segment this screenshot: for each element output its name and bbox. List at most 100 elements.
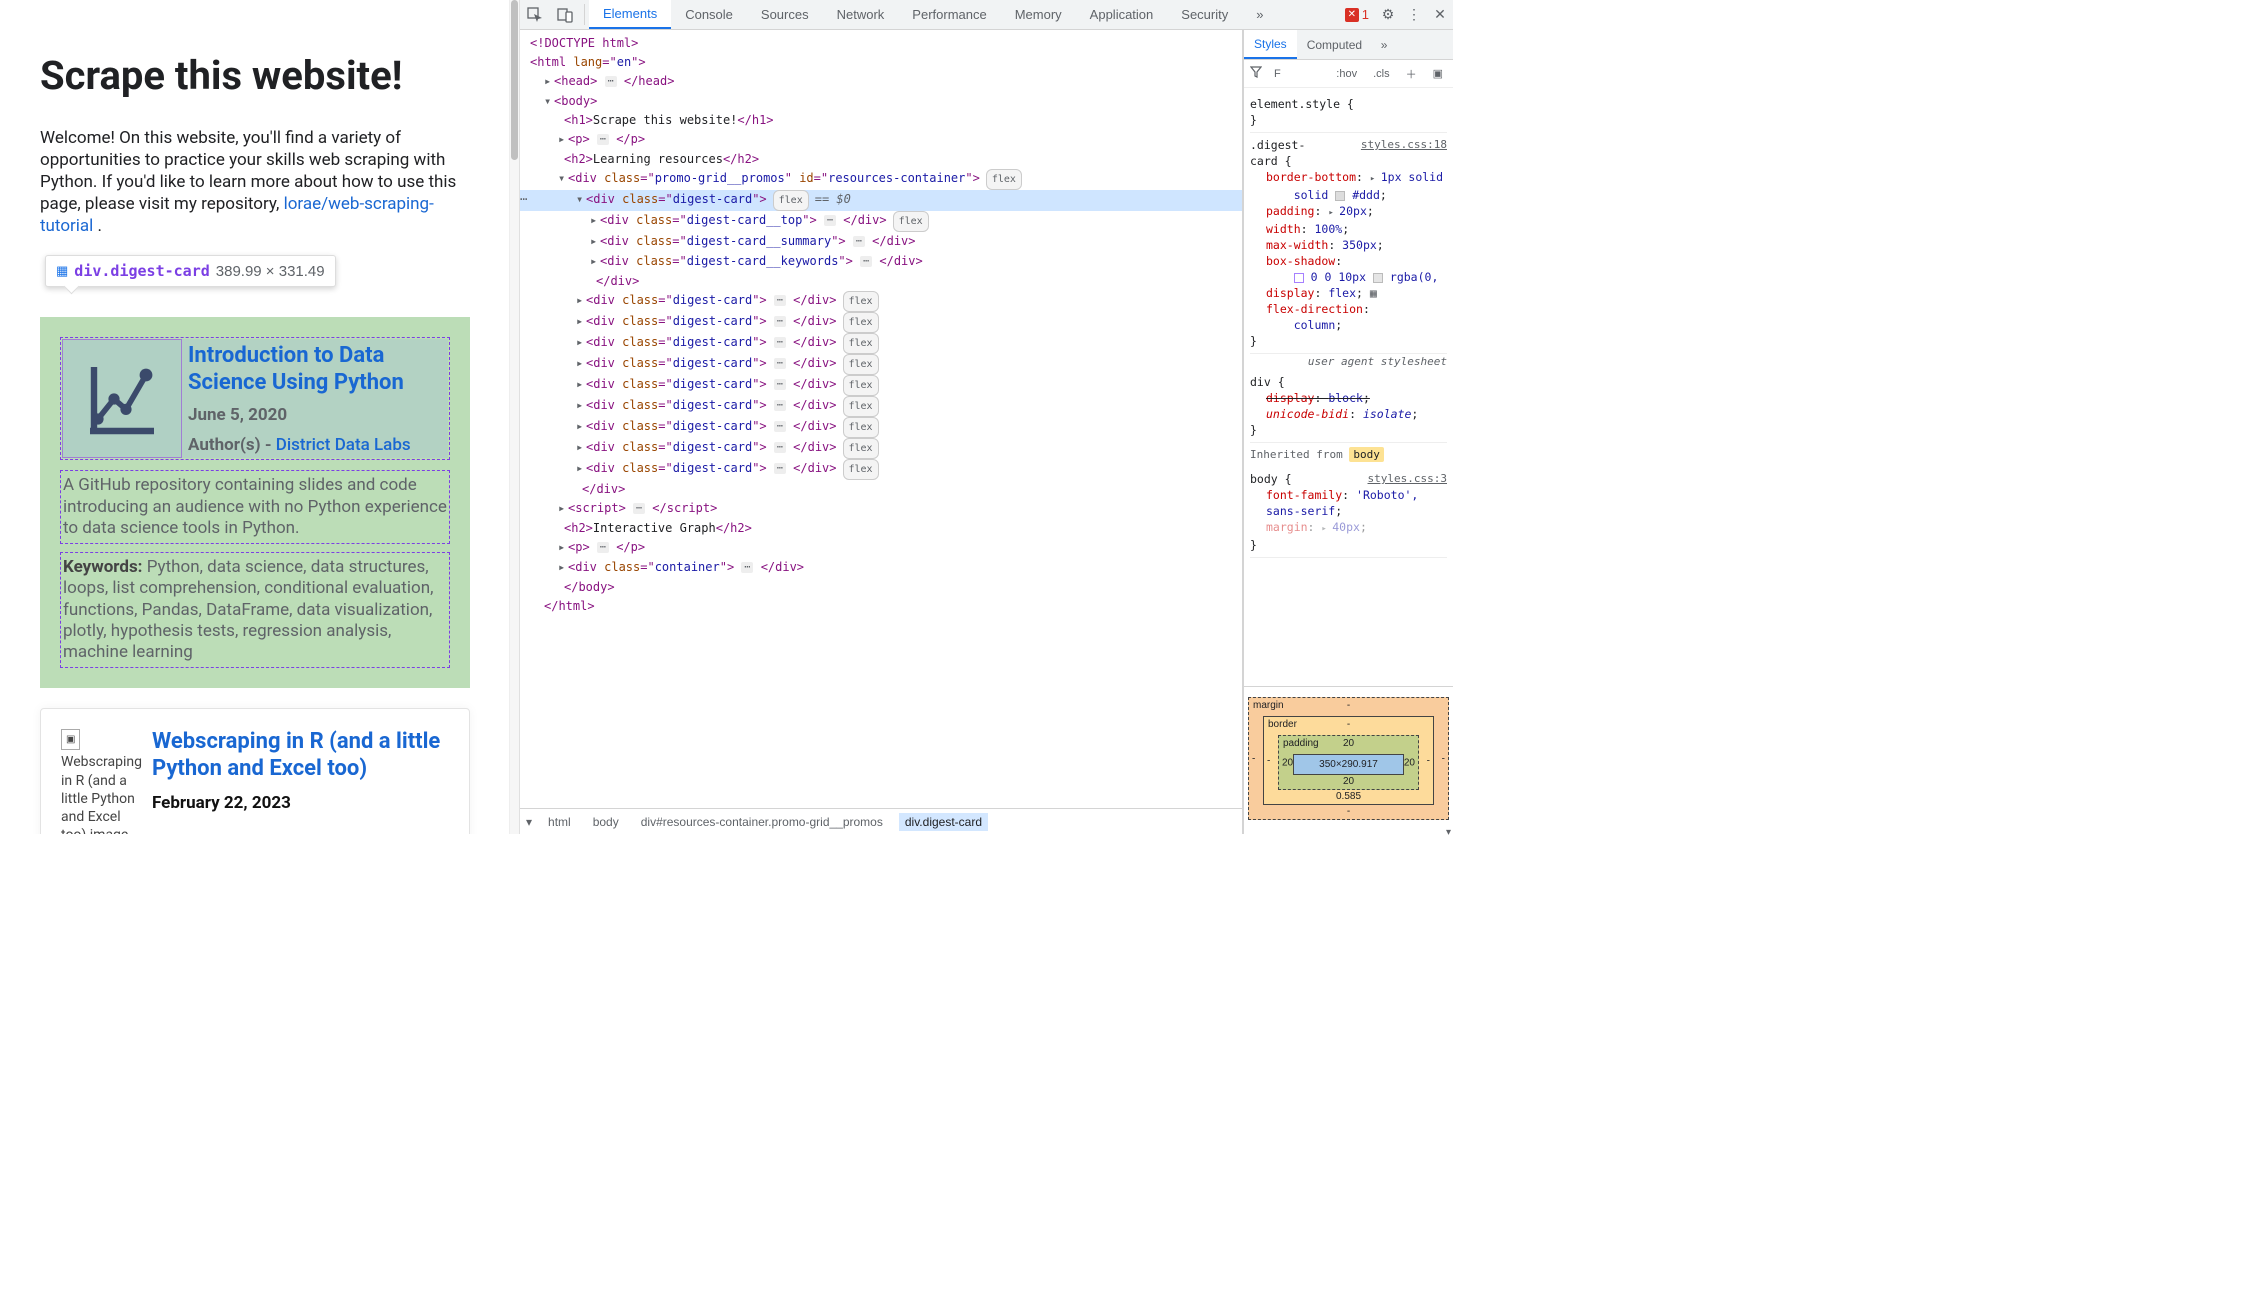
tab-console[interactable]: Console bbox=[671, 0, 747, 29]
prop-k[interactable]: flex-direction bbox=[1266, 302, 1363, 316]
bm-p-bot[interactable]: 20 bbox=[1343, 776, 1354, 787]
bm-m-top[interactable]: - bbox=[1347, 700, 1350, 711]
prop-v[interactable]: isolate bbox=[1363, 407, 1411, 421]
expand-arrow[interactable] bbox=[590, 211, 600, 230]
rule-source[interactable]: styles.css:18 bbox=[1361, 137, 1447, 153]
flex-badge[interactable]: flex bbox=[893, 211, 929, 232]
ellipsis-icon[interactable]: ⋯ bbox=[605, 76, 617, 87]
card1-title[interactable]: Introduction to Data Science Using Pytho… bbox=[188, 343, 442, 396]
device-toolbar-button[interactable] bbox=[550, 0, 580, 29]
prop-v[interactable]: rgba(0, bbox=[1390, 270, 1438, 284]
flex-badge[interactable]: flex bbox=[986, 169, 1022, 190]
crumb-current[interactable]: div.digest-card bbox=[899, 813, 988, 831]
ellipsis-icon[interactable]: ⋯ bbox=[774, 442, 786, 453]
prop-v[interactable]: 100% bbox=[1314, 222, 1342, 236]
ellipsis-icon[interactable]: ⋯ bbox=[853, 236, 865, 247]
expand-arrow[interactable] bbox=[558, 538, 568, 557]
card2-title[interactable]: Webscraping in R (and a little Python an… bbox=[152, 729, 449, 782]
crumb-scroll-left[interactable]: ▾ bbox=[526, 815, 532, 829]
prop-k[interactable]: display bbox=[1266, 286, 1314, 300]
t-head[interactable]: <head> bbox=[554, 74, 597, 88]
bm-p-right[interactable]: 20 bbox=[1404, 757, 1415, 768]
rule-element-style[interactable]: element.style { bbox=[1250, 96, 1447, 112]
cls-button[interactable]: .cls bbox=[1369, 66, 1394, 82]
hov-button[interactable]: :hov bbox=[1332, 66, 1361, 82]
crumb-body[interactable]: body bbox=[587, 813, 625, 831]
ellipsis-icon[interactable]: ⋯ bbox=[633, 503, 645, 514]
shadow-swatch[interactable] bbox=[1294, 273, 1304, 283]
tab-security[interactable]: Security bbox=[1167, 0, 1242, 29]
bm-m-bot[interactable]: - bbox=[1347, 806, 1350, 817]
flex-badge[interactable]: flex bbox=[843, 354, 879, 375]
expand-arrow[interactable] bbox=[558, 130, 568, 149]
styles-tabs-more[interactable]: » bbox=[1372, 30, 1396, 59]
prop-v[interactable]: 0 0 10px bbox=[1311, 270, 1366, 284]
t-script[interactable]: <script> bbox=[568, 501, 626, 515]
ellipsis-icon[interactable]: ⋯ bbox=[774, 463, 786, 474]
tab-sources[interactable]: Sources bbox=[747, 0, 823, 29]
crumb-container[interactable]: div#resources-container.promo-grid__prom… bbox=[635, 813, 889, 831]
t-h2l[interactable]: <h2> bbox=[564, 152, 593, 166]
expand-arrow[interactable] bbox=[590, 252, 600, 271]
ellipsis-icon[interactable]: ⋯ bbox=[597, 542, 609, 553]
ellipsis-icon[interactable]: ⋯ bbox=[860, 256, 872, 267]
expand-arrow[interactable] bbox=[558, 558, 568, 577]
ellipsis-icon[interactable]: ⋯ bbox=[774, 337, 786, 348]
flex-badge[interactable]: flex bbox=[843, 291, 879, 312]
prop-k[interactable]: font-family bbox=[1266, 488, 1342, 502]
prop-v[interactable]: column bbox=[1294, 318, 1336, 332]
t-p[interactable]: <p> bbox=[568, 132, 590, 146]
flex-badge[interactable]: flex bbox=[843, 438, 879, 459]
ellipsis-icon[interactable]: ⋯ bbox=[774, 358, 786, 369]
prop-v[interactable]: 350px bbox=[1342, 238, 1377, 252]
close-devtools-button[interactable]: ✕ bbox=[1427, 0, 1453, 29]
dom-tree[interactable]: <!DOCTYPE html> <html lang="en"> <head> … bbox=[520, 30, 1242, 808]
page-scrollbar[interactable] bbox=[509, 0, 519, 834]
flex-badge[interactable]: flex bbox=[843, 312, 879, 333]
bm-b-bot[interactable]: 0.585 bbox=[1336, 791, 1361, 802]
ellipsis-icon[interactable]: ⋯ bbox=[774, 400, 786, 411]
ellipsis-icon[interactable]: ⋯ bbox=[774, 421, 786, 432]
tab-memory[interactable]: Memory bbox=[1001, 0, 1076, 29]
css-rules[interactable]: element.style { } styles.css:18 .digest-… bbox=[1244, 88, 1453, 686]
t-body[interactable]: <body> bbox=[554, 94, 597, 108]
author-link[interactable]: District Data Labs bbox=[276, 435, 411, 455]
t-h1[interactable]: <h1> bbox=[564, 113, 593, 127]
expand-arrow[interactable] bbox=[576, 375, 586, 394]
color-swatch[interactable] bbox=[1373, 273, 1383, 283]
expand-arrow[interactable] bbox=[576, 291, 586, 310]
t-h2i[interactable]: <h2> bbox=[564, 521, 593, 535]
kebab-menu[interactable]: ⋮ bbox=[1401, 0, 1427, 29]
filter-input[interactable]: F bbox=[1270, 66, 1285, 82]
scrollbar-thumb[interactable] bbox=[511, 0, 518, 160]
prop-v[interactable]: 1px solid bbox=[1381, 170, 1443, 184]
ellipsis-icon[interactable]: ⋯ bbox=[824, 215, 836, 226]
expand-arrow[interactable] bbox=[576, 459, 586, 478]
tab-more[interactable]: » bbox=[1242, 0, 1277, 29]
scroll-down-icon[interactable]: ▾ bbox=[1446, 827, 1451, 838]
expand-arrow[interactable] bbox=[558, 499, 568, 518]
prop-k[interactable]: width bbox=[1266, 222, 1301, 236]
prop-k[interactable]: display bbox=[1266, 391, 1314, 405]
filter-icon[interactable] bbox=[1250, 66, 1262, 81]
collapse-arrow[interactable] bbox=[576, 190, 586, 209]
flex-badge[interactable]: flex bbox=[843, 396, 879, 417]
bm-b-top[interactable]: - bbox=[1347, 719, 1350, 730]
tab-elements[interactable]: Elements bbox=[589, 0, 671, 29]
collapse-arrow[interactable] bbox=[558, 169, 568, 188]
rule-source[interactable]: styles.css:3 bbox=[1368, 471, 1447, 487]
inspect-element-button[interactable] bbox=[520, 0, 550, 29]
tab-application[interactable]: Application bbox=[1076, 0, 1168, 29]
expand-arrow[interactable] bbox=[576, 417, 586, 436]
tab-performance[interactable]: Performance bbox=[898, 0, 1000, 29]
expand-arrow[interactable] bbox=[590, 232, 600, 251]
expand-arrow[interactable] bbox=[576, 333, 586, 352]
tab-styles[interactable]: Styles bbox=[1244, 30, 1297, 59]
ellipsis-icon[interactable]: ⋯ bbox=[774, 316, 786, 327]
prop-k[interactable]: unicode-bidi bbox=[1266, 407, 1349, 421]
bm-b-right[interactable]: - bbox=[1427, 755, 1430, 766]
flex-badge[interactable]: flex bbox=[773, 190, 809, 211]
error-count[interactable]: ✕ 1 bbox=[1339, 0, 1375, 29]
prop-c[interactable]: #ddd bbox=[1352, 188, 1380, 202]
t-p2[interactable]: <p> bbox=[568, 540, 590, 554]
